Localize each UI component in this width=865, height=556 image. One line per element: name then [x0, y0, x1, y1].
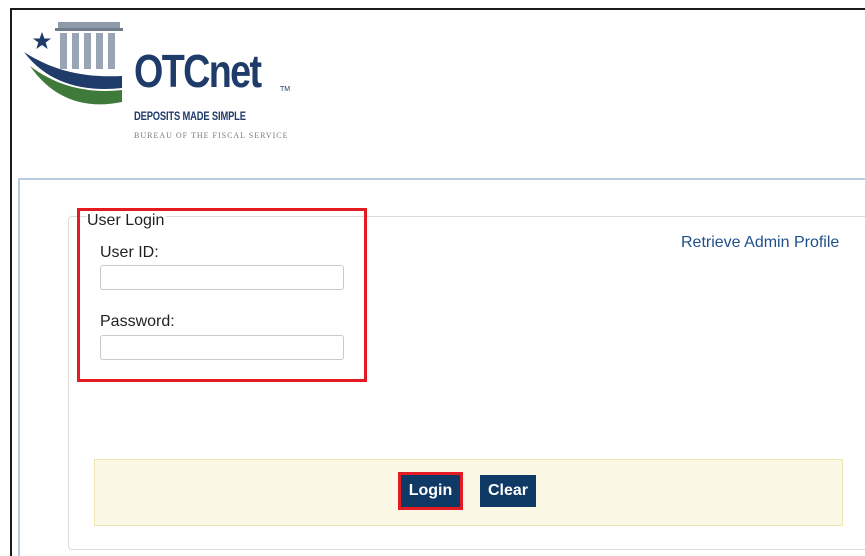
otcnet-logo: OTCnet TM DEPOSITS MADE SIMPLE BUREAU OF…	[22, 18, 322, 148]
logo-tagline: DEPOSITS MADE SIMPLE	[134, 109, 246, 123]
login-fields-highlight	[77, 208, 367, 382]
logo-bureau: BUREAU OF THE FISCAL SERVICE	[134, 131, 289, 140]
logo-trademark: TM	[280, 86, 291, 93]
button-bar	[94, 459, 843, 526]
logo-wordmark: OTCnet	[134, 45, 262, 97]
retrieve-admin-profile-link[interactable]: Retrieve Admin Profile	[681, 234, 839, 252]
login-button[interactable]: Login	[398, 472, 463, 510]
treasury-building-icon	[24, 22, 123, 105]
clear-button[interactable]: Clear	[480, 475, 536, 507]
